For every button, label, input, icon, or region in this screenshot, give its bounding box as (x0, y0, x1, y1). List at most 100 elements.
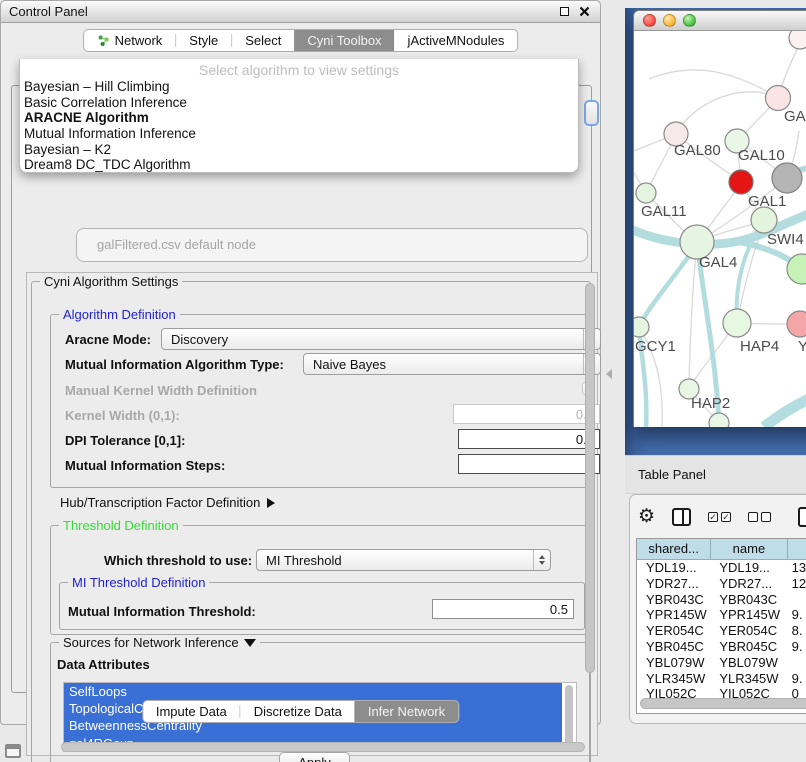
dpi-tolerance-label: DPI Tolerance [0,1]: (65, 433, 185, 448)
table-row[interactable]: YER054CYER054C8. (637, 623, 806, 639)
node-pink[interactable] (766, 86, 791, 111)
which-threshold-combobox[interactable]: MI Threshold (256, 549, 551, 571)
float-window-icon[interactable] (560, 7, 569, 16)
mi-algorithm-type-label: Mutual Information Algorithm Type: (65, 357, 284, 372)
settings-vertical-scrollbar[interactable] (585, 283, 595, 673)
node-partial-bottom[interactable] (709, 413, 729, 427)
tab-style[interactable]: Style (176, 30, 231, 51)
unchecked-box-icon (748, 512, 758, 522)
node-label: GAL1 (748, 193, 786, 210)
tab-label: Discretize Data (254, 704, 342, 719)
cyni-algorithm-settings-group: Cyni Algorithm Settings Algorithm Defini… (31, 281, 591, 762)
node-gray[interactable] (772, 163, 802, 193)
hub-definition-expander[interactable]: Hub/Transcription Factor Definition (60, 495, 275, 510)
sources-collapser[interactable]: Sources for Network Inference (59, 635, 260, 650)
close-icon[interactable] (579, 6, 590, 17)
kernel-width-field[interactable] (453, 404, 600, 424)
mi-algorithm-type-combobox[interactable]: Naive Bayes (303, 353, 601, 375)
node-gal11[interactable] (636, 183, 656, 203)
tab-network[interactable]: Network (84, 30, 176, 51)
algorithm-option[interactable]: Bayesian – Hill Climbing (20, 79, 578, 95)
control-panel-header[interactable]: Control Panel (1, 1, 600, 23)
minimize-window-icon[interactable] (663, 14, 676, 27)
network-graph[interactable] (634, 31, 806, 427)
control-panel-tab-bar: Network Style Select Cyni Toolbox jActiv… (83, 29, 519, 52)
node-label: HAP4 (740, 338, 779, 355)
column-header[interactable]: shared... (637, 539, 711, 560)
algorithm-option[interactable]: Basic Correlation Inference (20, 95, 578, 111)
table-row[interactable]: YBR043CYBR043C (637, 592, 806, 608)
group-title: Algorithm Definition (59, 307, 180, 322)
mi-threshold-field[interactable] (432, 599, 574, 619)
settings-horizontal-scrollbar[interactable] (61, 742, 585, 752)
tab-label: Impute Data (156, 704, 227, 719)
group-title: Cyni Algorithm Settings (40, 274, 182, 289)
close-window-icon[interactable] (643, 14, 656, 27)
kernel-width-label: Kernel Width (0,1): (65, 408, 180, 423)
column-header[interactable]: name (711, 539, 787, 560)
gear-icon[interactable]: ⚙ (638, 507, 655, 527)
unchecked-box-icon (761, 512, 771, 522)
tab-label: Infer Network (368, 704, 445, 719)
table-row[interactable]: YBL079WYBL079W (637, 655, 806, 671)
network-window-titlebar[interactable] (634, 11, 806, 31)
tab-label: Select (245, 33, 281, 48)
mi-steps-field[interactable] (458, 454, 600, 474)
expand-right-icon[interactable] (267, 498, 275, 508)
node-red-selected[interactable] (729, 170, 753, 194)
tab-impute-data[interactable]: Impute Data (143, 701, 240, 722)
network-view-window[interactable]: GAL GAL80 GAL10 GAL11 GAL1 SWI4 GAL4 GCY… (633, 10, 806, 427)
tab-jactivemnodules[interactable]: jActiveMNodules (395, 30, 518, 51)
cyni-bottom-tab-bar: Impute Data Discretize Data Infer Networ… (142, 700, 459, 723)
network-canvas[interactable]: GAL GAL80 GAL10 GAL11 GAL1 SWI4 GAL4 GCY… (634, 31, 806, 427)
checked-box-icon: ✓ (708, 512, 718, 522)
dpi-tolerance-field[interactable] (458, 429, 600, 449)
algorithm-option[interactable]: Dream8 DC_TDC Algorithm (20, 157, 578, 173)
checked-box-icon: ✓ (721, 512, 731, 522)
mi-threshold-definition-group: MI Threshold Definition Mutual Informati… (59, 582, 585, 630)
table-row[interactable]: YDR27...YDR27...12 (637, 576, 806, 592)
aracne-mode-combobox[interactable]: Discovery (161, 328, 601, 350)
table-panel-header[interactable]: Table Panel (625, 455, 806, 494)
network-desktop: GAL GAL80 GAL10 GAL11 GAL1 SWI4 GAL4 GCY… (625, 8, 806, 455)
deselect-all-icon[interactable] (748, 512, 771, 522)
node-gal1[interactable] (751, 207, 777, 233)
control-panel-window: Control Panel Network (0, 0, 601, 725)
node-label: GAL11 (641, 203, 687, 220)
algorithm-option-selected[interactable]: ARACNE Algorithm (20, 110, 578, 126)
list-scrollbar[interactable] (565, 685, 573, 749)
table-toolbar: ⚙ ✓ ✓ (638, 503, 806, 531)
node-gcy1[interactable] (634, 317, 649, 337)
algorithm-option[interactable]: Bayesian – K2 (20, 142, 578, 158)
tab-cyni-toolbox[interactable]: Cyni Toolbox (294, 30, 394, 51)
tab-discretize-data[interactable]: Discretize Data (241, 701, 355, 722)
list-item[interactable]: SelfLoops (64, 683, 562, 700)
algorithm-placeholder: Select algorithm to view settings (20, 61, 578, 79)
table-function-icon[interactable] (798, 507, 806, 527)
node-partial-top[interactable] (789, 31, 806, 49)
algorithm-option[interactable]: Mutual Information Inference (20, 126, 578, 142)
node-hap4[interactable] (723, 309, 751, 337)
panel-splitter-handle[interactable] (606, 369, 612, 379)
split-columns-icon[interactable] (672, 508, 691, 526)
table-source-combobox[interactable]: galFiltered.csv default node (76, 228, 588, 262)
apply-button[interactable]: Apply (279, 752, 350, 762)
collapse-down-icon[interactable] (244, 639, 256, 647)
table-row[interactable]: YBR045CYBR045C9. (637, 639, 806, 655)
screen: Control Panel Network (0, 0, 806, 762)
table-horizontal-scrollbar[interactable] (640, 698, 806, 709)
control-panel-title: Control Panel (1, 4, 88, 19)
tab-select[interactable]: Select (232, 30, 294, 51)
stepper-arrows-icon (533, 550, 550, 570)
zoom-window-icon[interactable] (683, 14, 696, 27)
column-header[interactable]: A (788, 539, 806, 560)
select-all-icon[interactable]: ✓ ✓ (708, 512, 731, 522)
tab-infer-network[interactable]: Infer Network (355, 701, 458, 722)
table-row[interactable]: YLR345WYLR345W9. (637, 671, 806, 687)
table-row[interactable]: YPR145WYPR145W9. (637, 607, 806, 623)
node-salmon[interactable] (787, 311, 806, 337)
node-label: GAL (784, 108, 806, 125)
minimized-panel-icon[interactable] (5, 744, 21, 758)
table-row[interactable]: YDL19...YDL19...13 (637, 560, 806, 576)
node-attribute-table[interactable]: shared... name A YDL19...YDL19...13 YDR2… (636, 538, 806, 714)
